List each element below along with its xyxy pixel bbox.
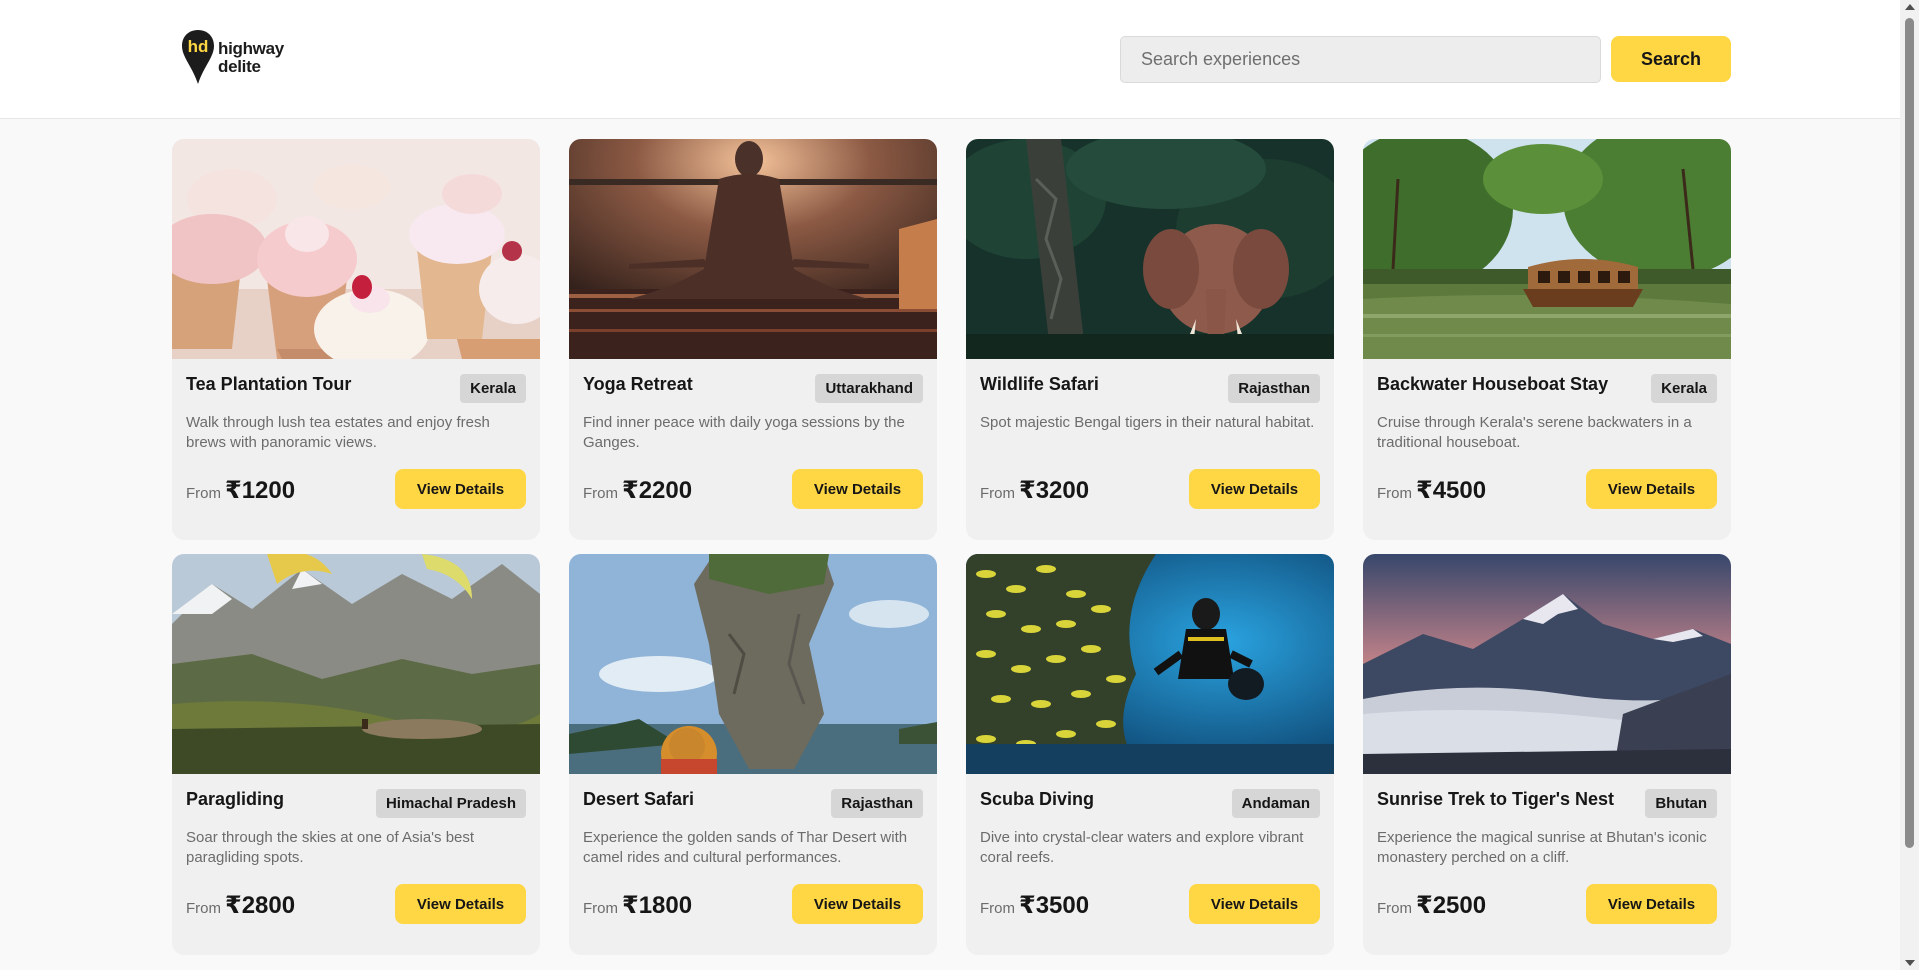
view-details-button[interactable]: View Details (792, 884, 923, 924)
location-badge: Rajasthan (831, 789, 923, 818)
experience-card: Sunrise Trek to Tiger's Nest Bhutan Expe… (1363, 554, 1731, 955)
logo-pin-icon: hd (182, 30, 214, 84)
scroll-down-icon[interactable] (1905, 960, 1915, 966)
price-from-label: From (980, 485, 1015, 502)
price-from-label: From (583, 485, 618, 502)
logo-mark: hd (188, 37, 209, 56)
experience-card: Backwater Houseboat Stay Kerala Cruise t… (1363, 139, 1731, 540)
card-image-houseboat (1363, 139, 1731, 359)
card-image-cupcakes (172, 139, 540, 359)
card-title: Paragliding (186, 789, 285, 809)
view-details-button[interactable]: View Details (1586, 469, 1717, 509)
location-badge: Kerala (1651, 374, 1717, 403)
price-row: From ₹1800 (583, 891, 692, 920)
price-from-label: From (1377, 900, 1412, 917)
card-description: Dive into crystal-clear waters and explo… (980, 829, 1304, 866)
experience-card: Desert Safari Rajasthan Experience the g… (569, 554, 937, 955)
experience-card: Tea Plantation Tour Kerala Walk through … (172, 139, 540, 540)
price-value: ₹2800 (225, 892, 296, 919)
price-from-label: From (186, 485, 221, 502)
card-description: Find inner peace with daily yoga session… (583, 414, 905, 451)
card-image-yoga (569, 139, 937, 359)
view-details-button[interactable]: View Details (1189, 884, 1320, 924)
price-value: ₹2200 (622, 477, 693, 504)
price-value: ₹1800 (622, 892, 693, 919)
price-row: From ₹2500 (1377, 891, 1486, 920)
price-row: From ₹2800 (186, 891, 295, 920)
search-button[interactable]: Search (1611, 36, 1731, 82)
card-title: Yoga Retreat (583, 374, 693, 394)
card-title: Sunrise Trek to Tiger's Nest (1377, 789, 1615, 809)
experience-card: Paragliding Himachal Pradesh Soar throug… (172, 554, 540, 955)
logo-line-1: highway (218, 39, 284, 58)
view-details-button[interactable]: View Details (792, 469, 923, 509)
scrollbar-thumb[interactable] (1905, 18, 1914, 848)
price-row: From ₹1200 (186, 476, 295, 505)
card-image-mountains (1363, 554, 1731, 774)
price-row: From ₹3500 (980, 891, 1089, 920)
price-from-label: From (583, 900, 618, 917)
price-value: ₹1200 (225, 477, 296, 504)
price-value: ₹4500 (1416, 477, 1487, 504)
card-image-rock-island (569, 554, 937, 774)
view-details-button[interactable]: View Details (395, 469, 526, 509)
card-description: Cruise through Kerala's serene backwater… (1377, 414, 1692, 451)
scroll-up-icon[interactable] (1905, 4, 1915, 10)
card-title: Backwater Houseboat Stay (1377, 374, 1609, 394)
card-image-elephant (966, 139, 1334, 359)
search-input[interactable] (1120, 36, 1601, 83)
card-title: Scuba Diving (980, 789, 1095, 809)
price-from-label: From (186, 900, 221, 917)
experience-card: Yoga Retreat Uttarakhand Find inner peac… (569, 139, 937, 540)
card-description: Spot majestic Bengal tigers in their nat… (980, 414, 1315, 431)
price-from-label: From (980, 900, 1015, 917)
location-badge: Himachal Pradesh (375, 789, 526, 818)
location-badge: Kerala (460, 374, 526, 403)
card-title: Desert Safari (583, 789, 695, 809)
price-value: ₹3500 (1019, 892, 1090, 919)
price-from-label: From (1377, 485, 1412, 502)
price-row: From ₹4500 (1377, 476, 1486, 505)
view-details-button[interactable]: View Details (1586, 884, 1717, 924)
page-scrollbar[interactable] (1900, 0, 1919, 970)
card-title: Wildlife Safari (980, 374, 1099, 394)
view-details-button[interactable]: View Details (1189, 469, 1320, 509)
logo-text: highway delite (218, 40, 284, 76)
card-image-scuba (966, 554, 1334, 774)
price-value: ₹2500 (1416, 892, 1487, 919)
site-header: hd highway delite Search (0, 0, 1900, 119)
price-row: From ₹3200 (980, 476, 1089, 505)
logo[interactable]: hd highway delite (180, 28, 284, 86)
location-badge: Uttarakhand (815, 374, 923, 403)
price-value: ₹3200 (1019, 477, 1090, 504)
logo-line-2: delite (218, 57, 261, 76)
location-badge: Bhutan (1645, 789, 1717, 818)
card-image-paragliding (172, 554, 540, 774)
location-badge: Rajasthan (1228, 374, 1320, 403)
card-description: Walk through lush tea estates and enjoy … (186, 414, 490, 451)
card-description: Experience the magical sunrise at Bhutan… (1377, 829, 1707, 866)
card-description: Soar through the skies at one of Asia's … (186, 829, 475, 866)
view-details-button[interactable]: View Details (395, 884, 526, 924)
experience-card: Wildlife Safari Rajasthan Spot majestic … (966, 139, 1334, 540)
experience-card: Scuba Diving Andaman Dive into crystal-c… (966, 554, 1334, 955)
location-badge: Andaman (1231, 789, 1320, 818)
card-title: Tea Plantation Tour (186, 374, 352, 394)
card-description: Experience the golden sands of Thar Dese… (583, 829, 908, 866)
price-row: From ₹2200 (583, 476, 692, 505)
